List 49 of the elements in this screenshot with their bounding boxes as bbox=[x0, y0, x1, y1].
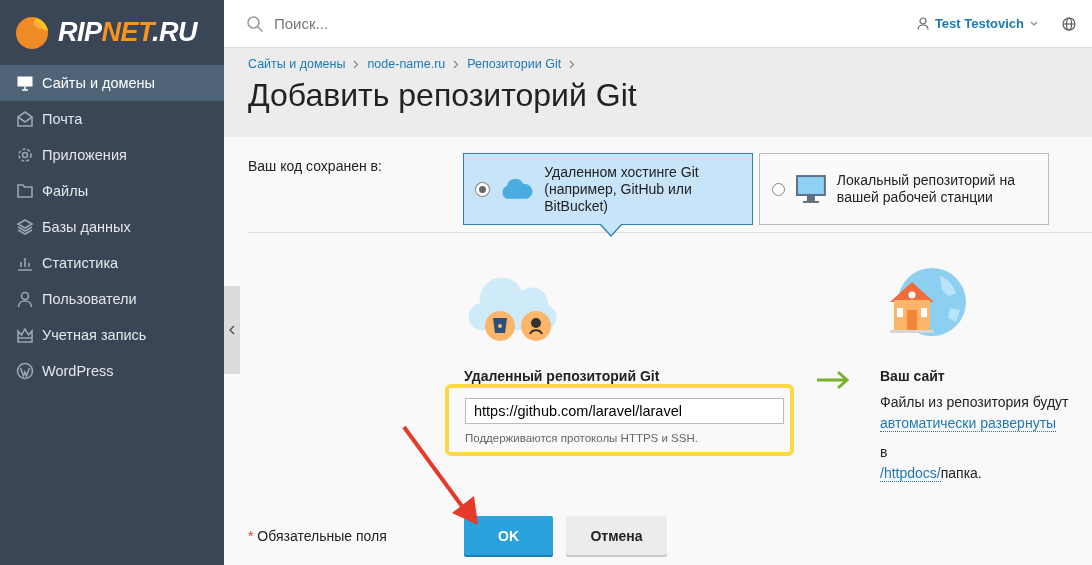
field-hint: Поддерживаются протоколы HTTPS и SSH. bbox=[465, 432, 699, 444]
help-link[interactable]: автоматически развернуты bbox=[880, 415, 1057, 432]
sidebar-item[interactable]: Приложения bbox=[0, 137, 224, 173]
folder-icon bbox=[16, 182, 34, 200]
sidebar-item[interactable]: Почта bbox=[0, 101, 224, 137]
section-title: Ваш сайт bbox=[880, 368, 946, 384]
monitor-icon bbox=[795, 174, 827, 204]
collapse-handle[interactable] bbox=[224, 286, 240, 374]
chevron-icon bbox=[453, 59, 460, 69]
source-option[interactable]: Удаленном хостинге Git (например, GitHub или BitBucket) bbox=[463, 153, 753, 225]
layers-icon bbox=[16, 218, 34, 236]
sidebar-item[interactable]: Учетная запись bbox=[0, 317, 224, 353]
source-option[interactable]: Локальный репозиторий на вашей рабочей станции bbox=[759, 153, 1049, 225]
path-link[interactable]: /httpdocs/ bbox=[880, 465, 941, 482]
breadcrumb-link[interactable]: Репозитории Git bbox=[467, 57, 562, 71]
field-label: Ваш код сохранен в: bbox=[248, 157, 383, 176]
wordpress-icon bbox=[16, 362, 34, 380]
right-arrow-icon bbox=[816, 370, 850, 390]
envelope-icon bbox=[16, 110, 34, 128]
user-menu[interactable]: Test Testovich bbox=[916, 16, 1038, 31]
radio-button[interactable] bbox=[772, 182, 785, 196]
sidebar-item[interactable]: Базы данных bbox=[0, 209, 224, 245]
sidebar-item[interactable]: Статистика bbox=[0, 245, 224, 281]
breadcrumb-link[interactable]: Сайты и домены bbox=[248, 57, 346, 71]
sidebar-item[interactable]: Пользователи bbox=[0, 281, 224, 317]
sidebar-item[interactable]: Сайты и домены bbox=[0, 65, 224, 101]
field-label: Удаленный репозиторий Git bbox=[464, 368, 661, 384]
url-field[interactable]: https://github.com/laravel/laravel bbox=[465, 398, 784, 424]
search-field[interactable]: Поиск... bbox=[272, 14, 576, 33]
gear-icon bbox=[16, 146, 34, 164]
breadcrumb-link[interactable]: node-name.ru bbox=[367, 57, 446, 71]
page-title: Добавить репозиторий Git bbox=[248, 77, 638, 114]
search-icon bbox=[246, 14, 264, 33]
site-description: в /httpdocs/папка. bbox=[880, 443, 983, 484]
chevron-left-icon bbox=[229, 325, 235, 335]
site-description: Файлы из репозитория будут автоматически развернуты bbox=[880, 393, 1070, 434]
chevron-icon bbox=[569, 59, 576, 69]
user-icon bbox=[916, 17, 929, 30]
caret-icon bbox=[1030, 21, 1038, 26]
sidebar-item[interactable]: Файлы bbox=[0, 173, 224, 209]
crown-icon bbox=[16, 326, 34, 344]
chevron-icon bbox=[353, 59, 360, 69]
monitor-icon bbox=[16, 74, 34, 92]
cancel-button[interactable]: Отмена bbox=[566, 516, 667, 555]
logo-text: RIPNET.RU bbox=[58, 17, 197, 48]
globe-icon[interactable] bbox=[1062, 16, 1076, 31]
required-note: * Обязательные поля bbox=[248, 527, 388, 544]
user-icon bbox=[16, 290, 34, 308]
sidebar-item[interactable]: WordPress bbox=[0, 353, 224, 389]
